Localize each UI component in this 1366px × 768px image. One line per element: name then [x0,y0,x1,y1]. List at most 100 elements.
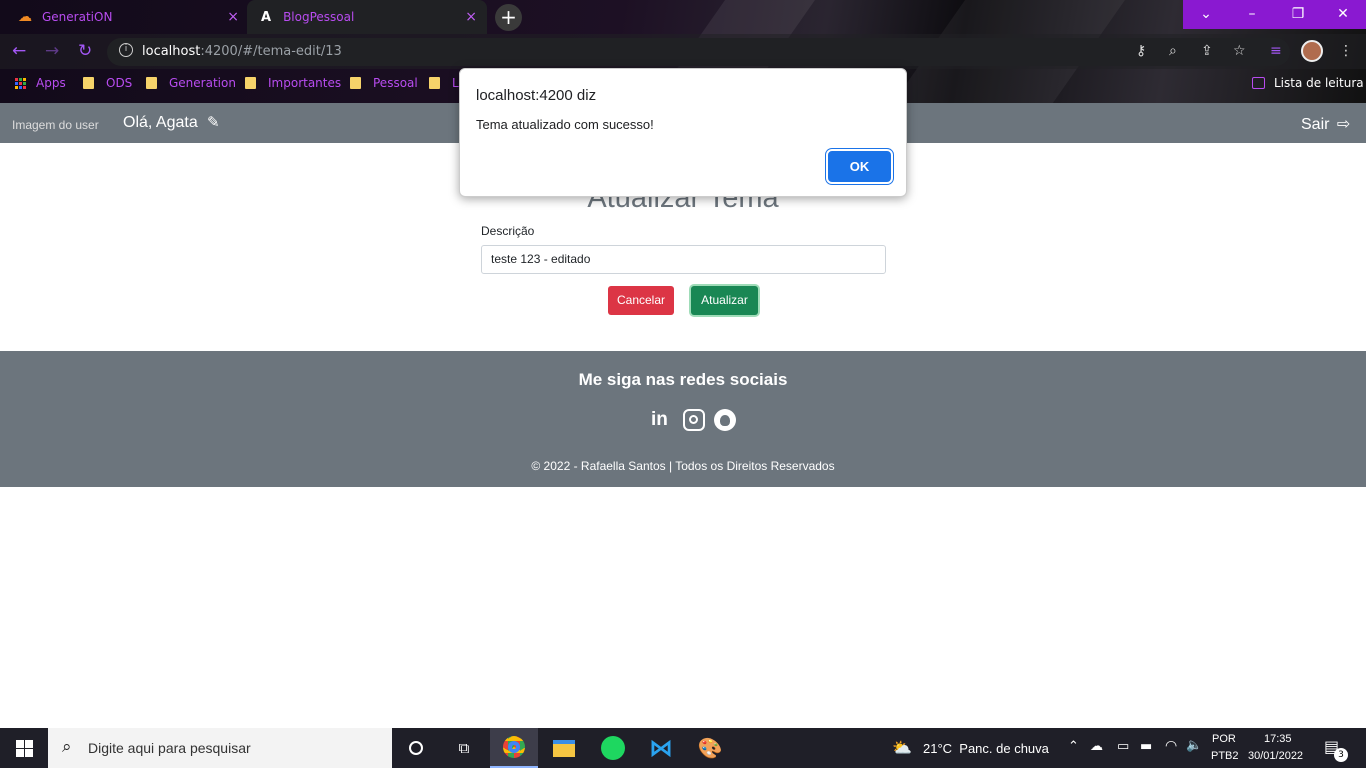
cortana-icon [409,741,423,755]
apps-grid-icon [15,77,26,89]
folder-icon [146,77,157,89]
tab-blogpessoal[interactable]: A BlogPessoal × [247,0,487,34]
start-button[interactable] [0,728,48,768]
minimize-button[interactable]: – [1229,0,1275,29]
media-icon[interactable]: ≡ [1270,43,1282,59]
volume-icon[interactable]: 🔈 [1186,738,1202,753]
taskbar-vscode[interactable]: ⋈ [637,728,685,768]
footer-heading: Me siga nas redes sociais [578,370,788,389]
tab-generation[interactable]: ☁ GeneratiON × [0,0,247,34]
close-tab-icon[interactable]: × [465,9,477,25]
star-icon[interactable]: ☆ [1233,43,1246,59]
folder-icon [429,77,440,89]
back-icon[interactable]: ← [12,41,26,61]
dialog-message: Tema atualizado com sucesso! [476,117,654,132]
bookmark-label: Generation [169,76,236,90]
task-view-button[interactable]: ⧉ [440,728,488,768]
tab-title: BlogPessoal [283,10,355,24]
linkedin-icon[interactable]: in [651,409,673,431]
tab-search-button[interactable]: ⌄ [1183,0,1229,29]
key-icon[interactable]: ⚷ [1136,43,1146,59]
taskbar-search[interactable]: ⌕ Digite aqui para pesquisar [48,728,392,768]
description-label: Descrição [481,224,535,238]
onedrive-icon[interactable]: ☁ [1090,739,1103,754]
chrome-icon [503,736,525,758]
copyright: © 2022 - Rafaella Santos | Todos os Dire… [531,459,835,473]
meet-icon[interactable]: ▭ [1117,739,1129,754]
bookmark-label: Apps [36,76,66,90]
logout-link[interactable]: Sair ⇨ [1301,114,1350,134]
reading-list[interactable]: Lista de leitura [1252,76,1364,90]
zoom-icon[interactable]: ⌕ [1169,43,1177,59]
windows-icon [16,740,33,757]
taskbar-spotify[interactable] [589,728,637,768]
notification-count: 3 [1334,748,1348,762]
reading-list-label: Lista de leitura [1274,76,1364,90]
url-host: localhost [142,44,201,59]
angular-icon: A [261,9,272,25]
bookmark-label: ODS [106,76,133,90]
instagram-icon[interactable] [683,409,705,431]
reading-list-icon [1252,77,1265,89]
language-indicator[interactable]: POR [1212,733,1236,745]
wifi-icon[interactable]: ◠ [1165,738,1177,754]
cloud-icon: ☁ [18,9,32,25]
bookmark-label: L [452,76,459,90]
weather-icon[interactable]: ⛅ [892,738,912,757]
folder-icon [245,77,256,89]
bookmark-pessoal[interactable]: Pessoal [350,76,418,90]
description-input[interactable]: teste 123 - editado [481,245,886,274]
folder-icon [83,77,94,89]
clock-date[interactable]: 30/01/2022 [1248,750,1303,762]
new-tab-button[interactable]: + [495,4,522,31]
ok-button[interactable]: OK [828,151,891,182]
chevron-up-icon[interactable]: ⌃ [1068,739,1079,754]
spotify-icon [601,736,625,760]
info-icon[interactable]: i [119,43,133,57]
taskbar-explorer[interactable] [540,728,588,768]
update-button[interactable]: Atualizar [691,286,758,315]
url-text: localhost:4200/#/tema-edit/13 [142,44,342,59]
menu-icon[interactable]: ⋮ [1339,43,1353,59]
footer: Me siga nas redes sociais in © 2022 - Ra… [0,351,1366,487]
greeting: Olá, Agata [123,114,198,131]
url-path: :4200/#/tema-edit/13 [200,44,342,59]
user-avatar: Imagem do user [12,118,99,132]
bookmark-l[interactable]: L [429,76,459,90]
logout-label: Sair [1301,116,1330,133]
clock-time[interactable]: 17:35 [1264,733,1292,745]
bookmark-label: Pessoal [373,76,418,90]
alert-dialog: localhost:4200 diz Tema atualizado com s… [459,68,907,197]
task-view-icon: ⧉ [458,739,470,757]
github-icon[interactable] [714,409,736,431]
search-placeholder: Digite aqui para pesquisar [88,740,251,756]
bookmark-generation[interactable]: Generation [146,76,236,90]
reload-icon[interactable]: ↻ [78,41,92,61]
restore-button[interactable]: ❐ [1275,0,1321,29]
folder-icon [553,739,575,757]
keyboard-layout[interactable]: PTB2 [1211,750,1239,762]
folder-icon [350,77,361,89]
share-icon[interactable]: ⇪ [1201,43,1213,59]
search-icon: ⌕ [62,737,72,757]
cancel-button[interactable]: Cancelar [608,286,674,315]
profile-avatar[interactable] [1301,40,1323,62]
forward-icon[interactable]: → [45,41,59,61]
chevron-down-icon: ⌄ [1200,6,1212,22]
taskbar-paint[interactable]: 🎨 [686,728,734,768]
weather-text[interactable]: 21°C Panc. de chuva [923,741,1049,756]
palette-icon: 🎨 [697,736,723,760]
taskbar-chrome[interactable] [490,728,538,768]
sign-out-icon: ⇨ [1336,116,1351,133]
close-tab-icon[interactable]: × [227,9,239,25]
close-window-button[interactable]: ✕ [1320,0,1366,29]
cortana-button[interactable] [392,728,440,768]
bookmark-importantes[interactable]: Importantes [245,76,341,90]
bookmark-ods[interactable]: ODS [83,76,132,90]
tab-title: GeneratiON [42,10,113,24]
bookmark-apps[interactable]: Apps [15,76,66,90]
edit-icon[interactable]: ✎ [207,113,220,131]
address-bar[interactable]: i localhost:4200/#/tema-edit/13 ⚷ ⌕ ⇪ ☆ [107,38,1290,66]
battery-icon[interactable]: ▬ [1140,739,1152,754]
taskbar: ⌕ Digite aqui para pesquisar ⧉ ⋈ 🎨 ⛅ 21°… [0,728,1366,768]
